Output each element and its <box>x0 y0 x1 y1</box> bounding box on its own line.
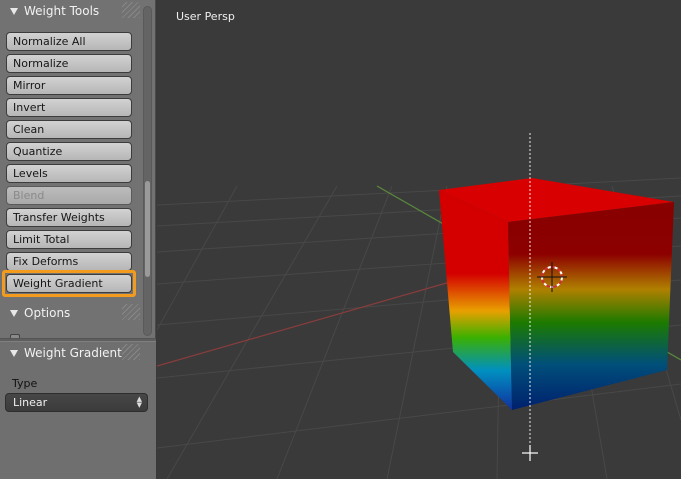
quantize-button[interactable]: Quantize <box>6 142 132 161</box>
weight-gradient-button[interactable]: Weight Gradient <box>6 274 132 293</box>
collapse-triangle-icon <box>10 349 18 357</box>
type-dropdown[interactable]: Linear ▲ ▼ <box>5 393 148 412</box>
weight-tools-title: Weight Tools <box>24 4 100 18</box>
mirror-button[interactable]: Mirror <box>6 76 132 95</box>
weight-tools-panel-header[interactable]: Weight Tools <box>0 0 140 22</box>
normalize-button[interactable]: Normalize <box>6 54 132 73</box>
type-dropdown-value: Linear <box>13 396 48 409</box>
updown-arrows-icon: ▲ ▼ <box>136 395 142 409</box>
invert-button[interactable]: Invert <box>6 98 132 117</box>
panel-drag-grip-icon[interactable] <box>122 2 140 18</box>
clean-button[interactable]: Clean <box>6 120 132 139</box>
weight-gradient-title: Weight Gradient <box>24 346 122 360</box>
options-panel-header[interactable]: Options <box>0 302 140 324</box>
view-mode-label: User Persp <box>176 10 235 23</box>
mouse-crosshair-icon <box>522 445 538 461</box>
cube-side-face[interactable] <box>508 202 674 410</box>
panel-drag-grip-icon[interactable] <box>122 304 140 320</box>
x-axis-line <box>157 279 458 367</box>
cube-front-face[interactable] <box>439 190 512 410</box>
3d-viewport[interactable]: User Persp <box>157 0 681 479</box>
collapse-triangle-icon <box>10 309 18 317</box>
transfer-weights-button[interactable]: Transfer Weights <box>6 208 132 227</box>
tool-shelf: Weight Tools Normalize All Normalize Mir… <box>0 0 156 479</box>
shelf-scrollbar-thumb[interactable] <box>145 181 150 277</box>
type-label: Type <box>12 377 38 390</box>
limit-total-button[interactable]: Limit Total <box>6 230 132 249</box>
blender-window: Weight Tools Normalize All Normalize Mir… <box>0 0 681 479</box>
panel-drag-grip-icon[interactable] <box>122 344 140 360</box>
fix-deforms-button[interactable]: Fix Deforms <box>6 252 132 271</box>
normalize-all-button[interactable]: Normalize All <box>6 32 132 51</box>
options-title: Options <box>24 306 71 320</box>
viewport-scene <box>157 133 681 479</box>
shelf-scrollbar[interactable] <box>143 6 152 336</box>
collapse-triangle-icon <box>10 7 18 15</box>
blend-button: Blend <box>6 186 132 205</box>
levels-button[interactable]: Levels <box>6 164 132 183</box>
weight-gradient-panel-header[interactable]: Weight Gradient <box>0 342 140 364</box>
